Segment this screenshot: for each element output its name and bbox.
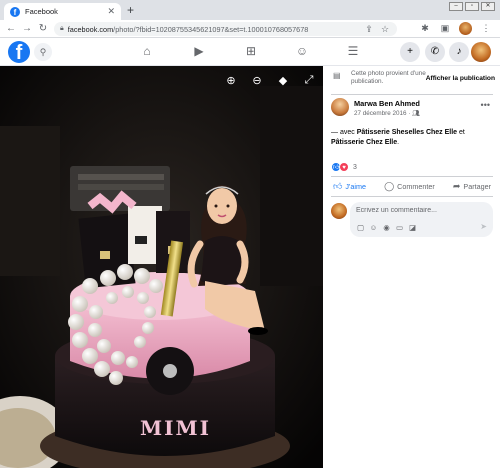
url-text[interactable]: facebook.com/photo/?fbid=102087553456210… [68, 25, 359, 34]
view-publication-link[interactable]: Afficher la publication [426, 75, 495, 82]
send-icon[interactable]: ➤ [480, 222, 487, 231]
info-icon: ▤ [333, 71, 341, 80]
facebook-favicon-icon: f [10, 6, 20, 17]
share-button[interactable]: ➦ Partager [453, 181, 491, 192]
kebab-menu-icon[interactable]: ⋮ [480, 23, 492, 34]
facebook-header: f ⚲ ⌂ ▶ ⊞ ☺ ☰ + ✆ ♪ [0, 38, 500, 66]
home-icon[interactable]: ⌂ [139, 44, 155, 58]
fullscreen-icon[interactable]: ⤢ [303, 74, 315, 87]
tag-link-2[interactable]: Pâtisserie Chez Elle [331, 139, 397, 146]
gif-icon[interactable]: ▭ [395, 223, 404, 232]
photo-viewer[interactable]: MIMI ⊕ ⊖ ◆ ⤢ [0, 66, 323, 468]
zoom-out-icon[interactable]: ⊖ [251, 74, 263, 87]
share-arrow-icon: ➦ [452, 181, 461, 191]
profile-avatar[interactable] [459, 22, 472, 35]
notice-text: Cette photo provient d'une publication. [351, 70, 426, 85]
like-icon: 👍︎ [333, 181, 343, 191]
new-tab-button[interactable]: + [127, 3, 134, 17]
messenger-icon[interactable]: ✆ [425, 42, 445, 62]
cake-photo [0, 66, 323, 468]
reactions-summary[interactable]: 👍︎ ♥ 3 [331, 162, 357, 172]
share-icon[interactable]: ⇪ [363, 24, 375, 35]
window-maximize-button[interactable]: ▫ [465, 2, 479, 11]
tab-title: Facebook [25, 7, 58, 16]
video-icon[interactable]: ▶ [191, 44, 207, 58]
back-arrow-icon[interactable]: ← [3, 23, 19, 34]
cake-name-text: MIMI [140, 416, 211, 440]
tab-close-icon[interactable]: ✕ [107, 6, 115, 17]
window-close-button[interactable]: ✕ [481, 2, 495, 11]
groups-icon[interactable]: ☺ [294, 44, 310, 58]
photo-side-panel: ▤ Cette photo provient d'une publication… [323, 66, 500, 468]
star-icon[interactable]: ☆ [379, 24, 391, 35]
like-label: J'aime [345, 182, 366, 191]
comment-input[interactable] [356, 207, 486, 214]
post-date[interactable]: 27 décembre 2016 · 👥︎ [354, 109, 420, 117]
divider [331, 196, 493, 197]
bell-icon[interactable]: ♪ [449, 42, 469, 62]
account-avatar[interactable] [471, 42, 491, 62]
marketplace-icon[interactable]: ⊞ [243, 44, 259, 58]
publication-notice: ▤ Cette photo provient d'une publication… [333, 70, 495, 92]
facebook-logo-icon[interactable]: f [8, 41, 30, 63]
lock-icon[interactable]: 🔒︎ [60, 25, 64, 33]
address-bar[interactable]: 🔒︎ facebook.com/photo/?fbid=102087553456… [54, 22, 397, 36]
reaction-count: 3 [353, 163, 357, 171]
comment-label: Commenter [397, 182, 435, 191]
browser-tab[interactable]: f Facebook ✕ [4, 3, 121, 20]
tag-link-1[interactable]: Pâtisserie Sheselles Chez Elle [357, 129, 457, 136]
sidepanel-icon[interactable]: ▣ [439, 23, 451, 34]
divider [331, 94, 493, 95]
friends-icon: 👥︎ [412, 110, 421, 117]
browser-tab-strip: f Facebook ✕ + – ▫ ✕ [0, 0, 500, 20]
plus-icon[interactable]: + [400, 42, 420, 62]
window-minimize-button[interactable]: – [449, 2, 463, 11]
current-user-avatar[interactable] [331, 203, 347, 219]
emoji-icon[interactable]: ☺ [369, 223, 378, 232]
sticker-icon[interactable]: ◪ [408, 223, 417, 232]
comment-icon: ◯ [384, 181, 395, 191]
tag-icon[interactable]: ◆ [277, 74, 289, 87]
forward-arrow-icon[interactable]: → [19, 23, 35, 34]
like-button[interactable]: 👍︎ J'aime [333, 181, 366, 192]
search-icon[interactable]: ⚲ [34, 43, 52, 61]
poster-avatar[interactable] [331, 98, 349, 116]
browser-toolbar: ← → ↻ 🔒︎ facebook.com/photo/?fbid=102087… [0, 20, 500, 38]
divider [331, 176, 493, 177]
zoom-in-icon[interactable]: ⊕ [225, 74, 237, 87]
comment-button[interactable]: ◯ Commenter [384, 181, 435, 192]
poster-name[interactable]: Marwa Ben Ahmed [354, 99, 420, 108]
love-reaction-icon: ♥ [339, 162, 349, 172]
more-options-icon[interactable]: ••• [481, 100, 490, 110]
camera-icon[interactable]: ◉ [382, 223, 391, 232]
menu-icon[interactable]: ☰ [345, 44, 361, 58]
post-caption: — avec Pâtisserie Sheselles Chez Elle et… [331, 129, 465, 146]
share-label: Partager [463, 182, 491, 191]
comment-composer[interactable]: ▢ ☺ ◉ ▭ ◪ ➤ [350, 202, 493, 237]
avatar-sticker-icon[interactable]: ▢ [356, 223, 365, 232]
reload-icon[interactable]: ↻ [35, 23, 51, 34]
post-actions: 👍︎ J'aime ◯ Commenter ➦ Partager [331, 178, 493, 195]
extensions-icon[interactable]: ✱ [419, 23, 431, 34]
